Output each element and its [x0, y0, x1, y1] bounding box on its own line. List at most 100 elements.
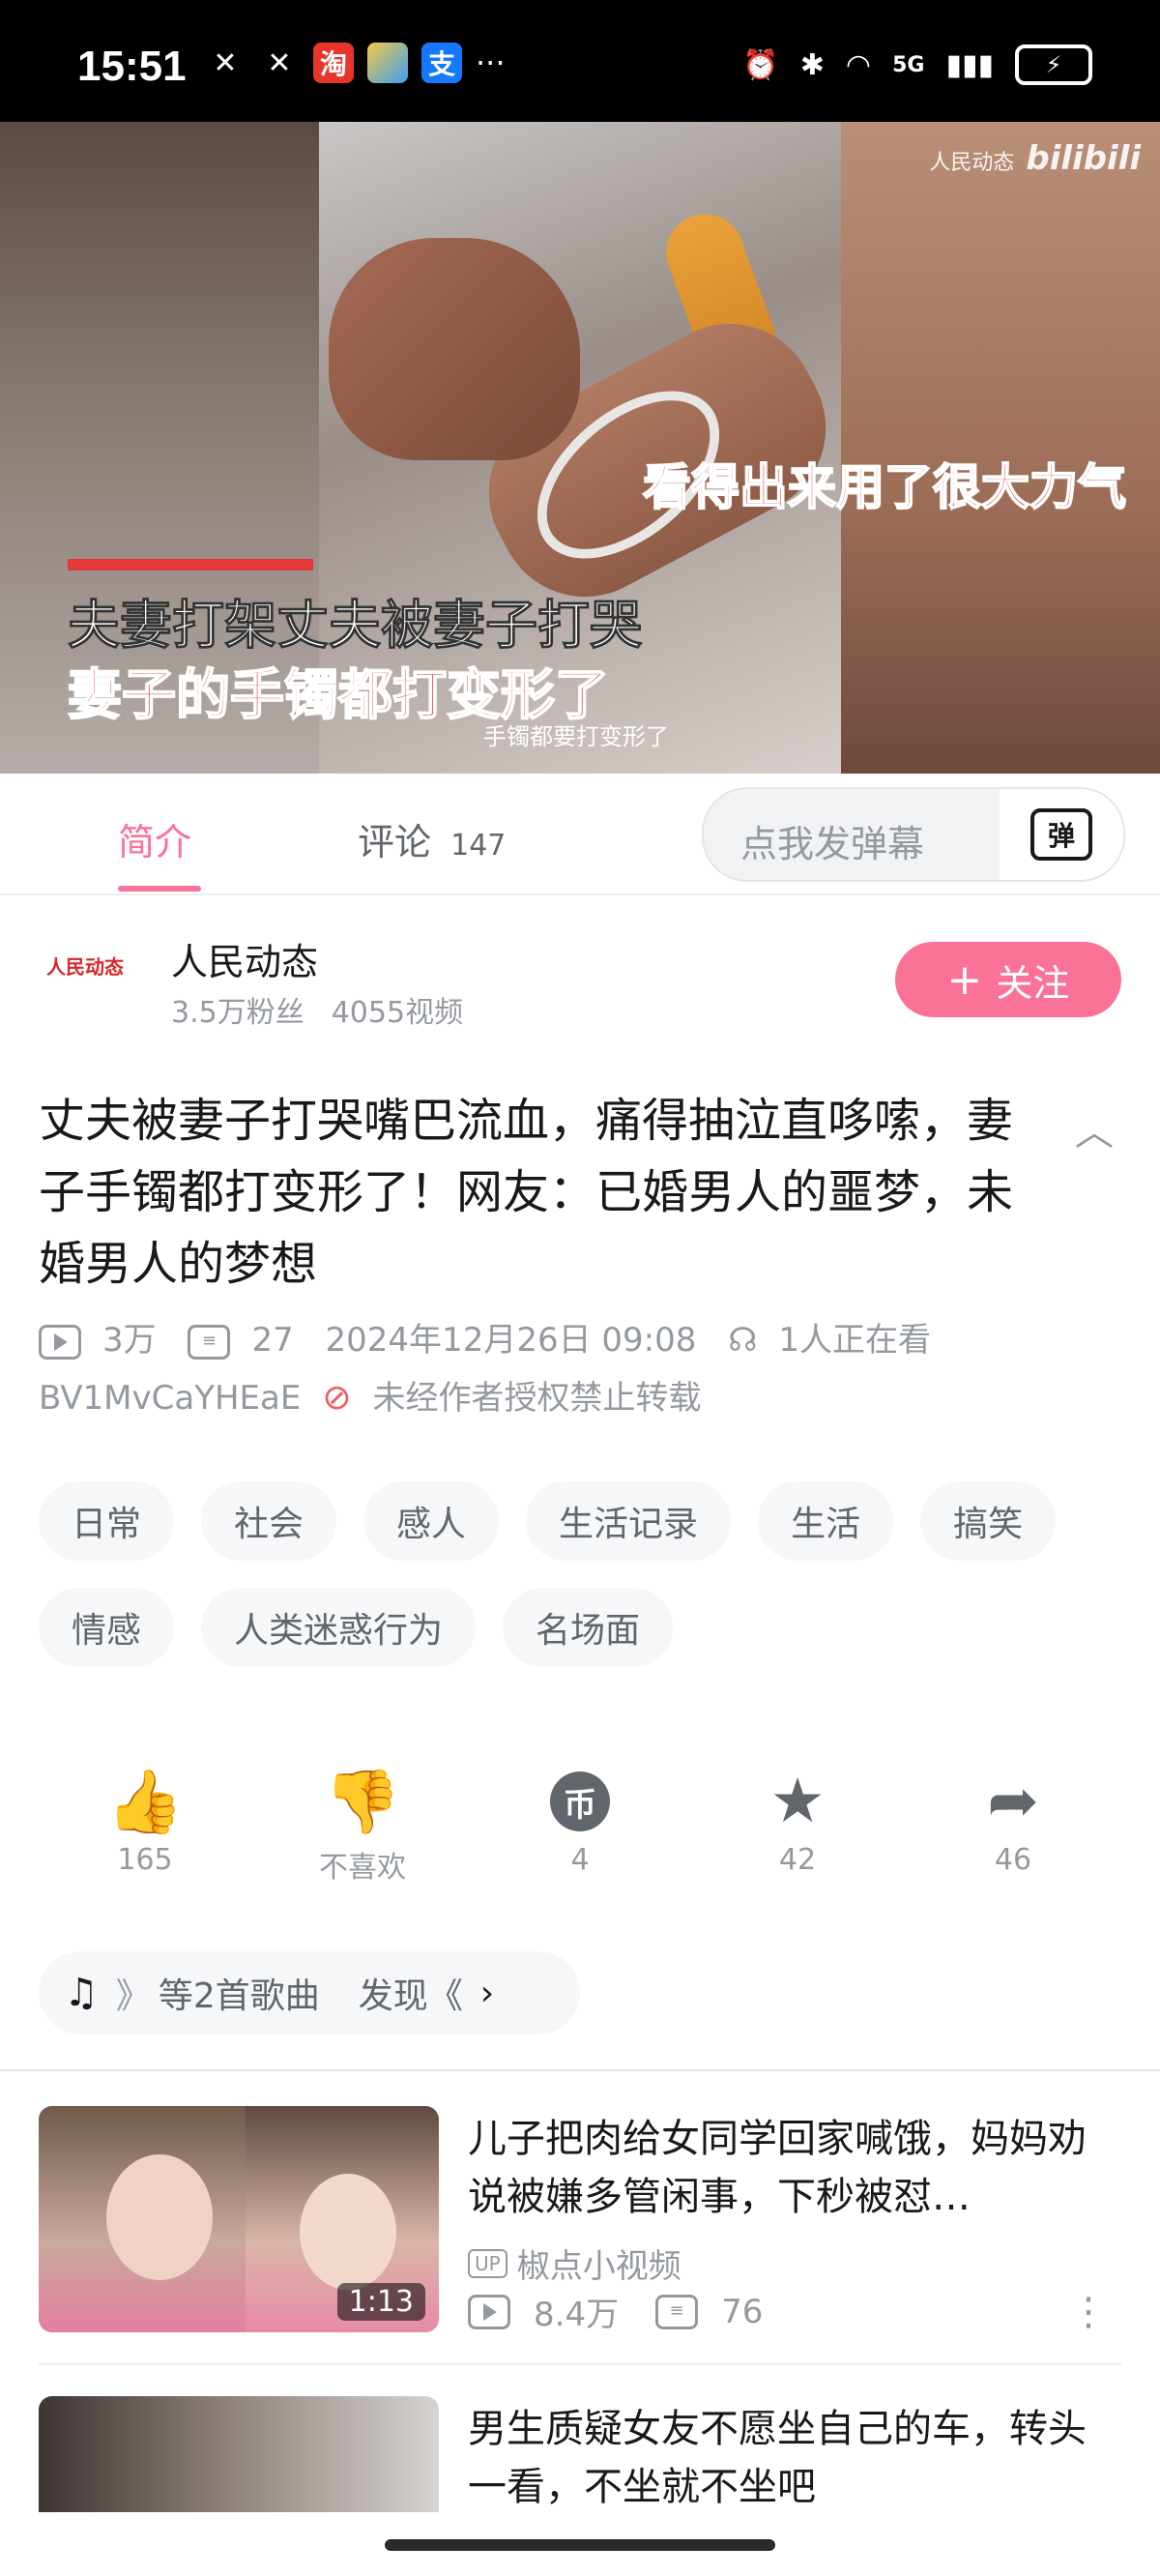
dislike-label: 不喜欢: [319, 1851, 406, 1885]
watching-count: 1人正在看: [778, 1321, 932, 1360]
dislike-button[interactable]: 👎 不喜欢: [304, 1766, 420, 1886]
video-caption-top: 看得出来用了很大力气: [642, 458, 1127, 516]
tag-chip[interactable]: 名场面: [503, 1588, 674, 1667]
danmaku-input[interactable]: 点我发弹幕 弹: [702, 787, 1125, 882]
tab-comments[interactable]: 评论 147: [358, 812, 506, 865]
recommended-uploader: UP 椒点小视频: [468, 2239, 682, 2287]
battery-charging-icon: ⚡: [1015, 44, 1092, 85]
more-options-icon[interactable]: ⋮: [1069, 2290, 1108, 2334]
recommended-thumbnail[interactable]: [39, 2396, 439, 2512]
wifi-icon: ◠: [845, 47, 872, 82]
copyright-notice: 未经作者授权禁止转载: [372, 1379, 702, 1418]
uploader-stats: 3.5万粉丝 4055视频: [171, 988, 463, 1031]
thumbs-down-icon: 👎: [324, 1766, 401, 1838]
share-arrow-icon: ➦: [987, 1766, 1039, 1837]
share-count: 46: [994, 1843, 1032, 1877]
share-button[interactable]: ➦ 46: [955, 1766, 1071, 1877]
tag-chip[interactable]: 情感: [39, 1588, 175, 1667]
watching-icon: ☊: [728, 1321, 758, 1360]
tag-chip[interactable]: 日常: [39, 1481, 175, 1561]
chevron-right-icon: ›: [479, 1973, 495, 2013]
recommended-uploader-name: 椒点小视频: [516, 2247, 682, 2286]
home-indicator[interactable]: [385, 2539, 775, 2551]
coin-button[interactable]: 币 4: [522, 1768, 638, 1877]
alarm-icon: ⏰: [742, 47, 779, 82]
music-discover: 发现《: [358, 1976, 463, 2016]
view-count: 3万: [102, 1321, 157, 1360]
tag-chip[interactable]: 搞笑: [920, 1481, 1057, 1561]
uploader-name[interactable]: 人民动态: [171, 932, 318, 985]
tab-comments-count: 147: [450, 829, 507, 863]
uploader-avatar[interactable]: 人民动态: [39, 919, 131, 1011]
video-meta: 3万 ≡ 27 2024年12月26日 09:08 ☊ 1人正在看 BV1MvCaY…: [39, 1311, 1121, 1427]
follow-label: 关注: [996, 961, 1070, 1005]
up-badge-icon: UP: [468, 2248, 508, 2278]
video-player[interactable]: 人民动态 bilibili 看得出来用了很大力气 夫妻打架丈夫被妻子打哭 妻子的…: [0, 122, 1160, 774]
forbidden-icon: ⊘: [322, 1378, 352, 1418]
tab-intro[interactable]: 简介: [118, 812, 191, 865]
video-frame-right: [841, 122, 1160, 774]
like-button[interactable]: 👍 165: [87, 1766, 203, 1878]
danmaku-count: 27: [251, 1321, 294, 1360]
uploader-videos: 4055视频: [331, 996, 464, 1030]
bluetooth-icon: ✱: [799, 47, 825, 82]
recommended-thumbnail[interactable]: 1:13: [39, 2106, 439, 2332]
content-tabs: 简介 评论 147 点我发弹幕 弹: [0, 774, 1160, 895]
missed-call-icon: ✕: [267, 45, 292, 80]
coin-icon-wrap: 币: [522, 1768, 638, 1835]
tab-active-indicator: [118, 886, 201, 892]
network-label: 5G: [892, 52, 925, 77]
music-bar[interactable]: ♫ 》 等2首歌曲 发现《 ›: [39, 1951, 580, 2034]
recommended-title: 儿子把肉给女同学回家喊饿，妈妈劝说被嫌多管闲事，下秒被怼…: [468, 2117, 1087, 2219]
danmaku-count-icon: ≡: [188, 1324, 231, 1360]
signal-icon: ▮▮▮: [945, 47, 994, 82]
coin-icon: 币: [550, 1771, 610, 1831]
missed-call-icon: ✕: [213, 45, 238, 80]
tag-chip[interactable]: 人类迷惑行为: [201, 1588, 477, 1667]
watermark-brand: bilibili: [1026, 139, 1141, 178]
danmaku-count-icon: ≡: [655, 2294, 699, 2329]
uploader-fans: 3.5万粉丝: [171, 996, 304, 1030]
status-bar: 15:51 ✕ ✕ 淘 支 ··· ⏰ ✱ ◠ 5G ▮▮▮ ⚡: [0, 0, 1160, 122]
publish-date: 2024年12月26日 09:08: [325, 1321, 697, 1360]
system-icons: ⏰ ✱ ◠ 5G ▮▮▮ ⚡: [742, 44, 1092, 85]
star-icon: ★: [769, 1766, 826, 1837]
video-subtitle: 手镯都要打变形了: [483, 723, 669, 750]
collapse-chevron-icon[interactable]: ︿: [1075, 1100, 1114, 1156]
uploader-row: 人民动态 人民动态 3.5万粉丝 4055视频 + 关注: [39, 919, 1121, 1035]
thumbs-up-icon: 👍: [106, 1766, 184, 1838]
favorite-button[interactable]: ★ 42: [740, 1766, 856, 1877]
tag-chip[interactable]: 生活: [758, 1481, 894, 1561]
video-object-fist: [329, 238, 580, 460]
more-notifications-icon: ···: [476, 44, 506, 81]
plus-icon: +: [946, 954, 983, 1005]
thumb-face: [106, 2154, 213, 2280]
recommended-video[interactable]: 1:13 儿子把肉给女同学回家喊饿，妈妈劝说被嫌多管闲事，下秒被怼… UP 椒点…: [39, 2106, 1121, 2338]
taobao-icon: 淘: [313, 43, 354, 83]
follow-button[interactable]: + 关注: [895, 942, 1121, 1017]
recommended-danmaku: 76: [721, 2292, 764, 2331]
double-chevron-icon: 》: [115, 1976, 151, 2016]
app-icon: [367, 43, 408, 83]
video-title: 丈夫被妻子打哭嘴巴流血，痛得抽泣直哆嗦，妻子手镯都打变形了！网友：已婚男人的噩梦…: [39, 1094, 1014, 1291]
status-time: 15:51: [77, 43, 187, 90]
tag-chip[interactable]: 生活记录: [526, 1481, 732, 1561]
thumb-face: [300, 2174, 396, 2290]
tag-chip[interactable]: 社会: [201, 1481, 337, 1561]
music-note-icon: ♫: [64, 1971, 99, 2015]
action-bar: 👍 165 👎 不喜欢 币 4 ★ 42 ➦ 46: [0, 1766, 1160, 1903]
recommended-views: 8.4万: [534, 2296, 620, 2334]
list-divider: [39, 2363, 1121, 2365]
recommended-video[interactable]: 男生质疑女友不愿坐自己的车，转头一看，不坐就不坐吧: [39, 2396, 1121, 2512]
play-count-icon: [39, 1324, 81, 1360]
video-watermark: 人民动态 bilibili: [929, 139, 1141, 178]
tag-chip[interactable]: 感人: [363, 1481, 500, 1561]
video-duration: 1:13: [336, 2283, 425, 2321]
notification-icons: ✕ ✕ 淘 支 ···: [205, 43, 506, 83]
danmaku-toggle-button[interactable]: 弹: [1000, 789, 1123, 880]
video-caption-white: 夫妻打架丈夫被妻子打哭: [68, 595, 643, 657]
tag-list: 日常 社会 感人 生活记录 生活 搞笑 情感 人类迷惑行为 名场面: [39, 1481, 1131, 1667]
caption-accent-bar: [68, 559, 313, 571]
tab-comments-label: 评论: [358, 821, 432, 864]
danmaku-placeholder: 点我发弹幕: [740, 823, 925, 865]
